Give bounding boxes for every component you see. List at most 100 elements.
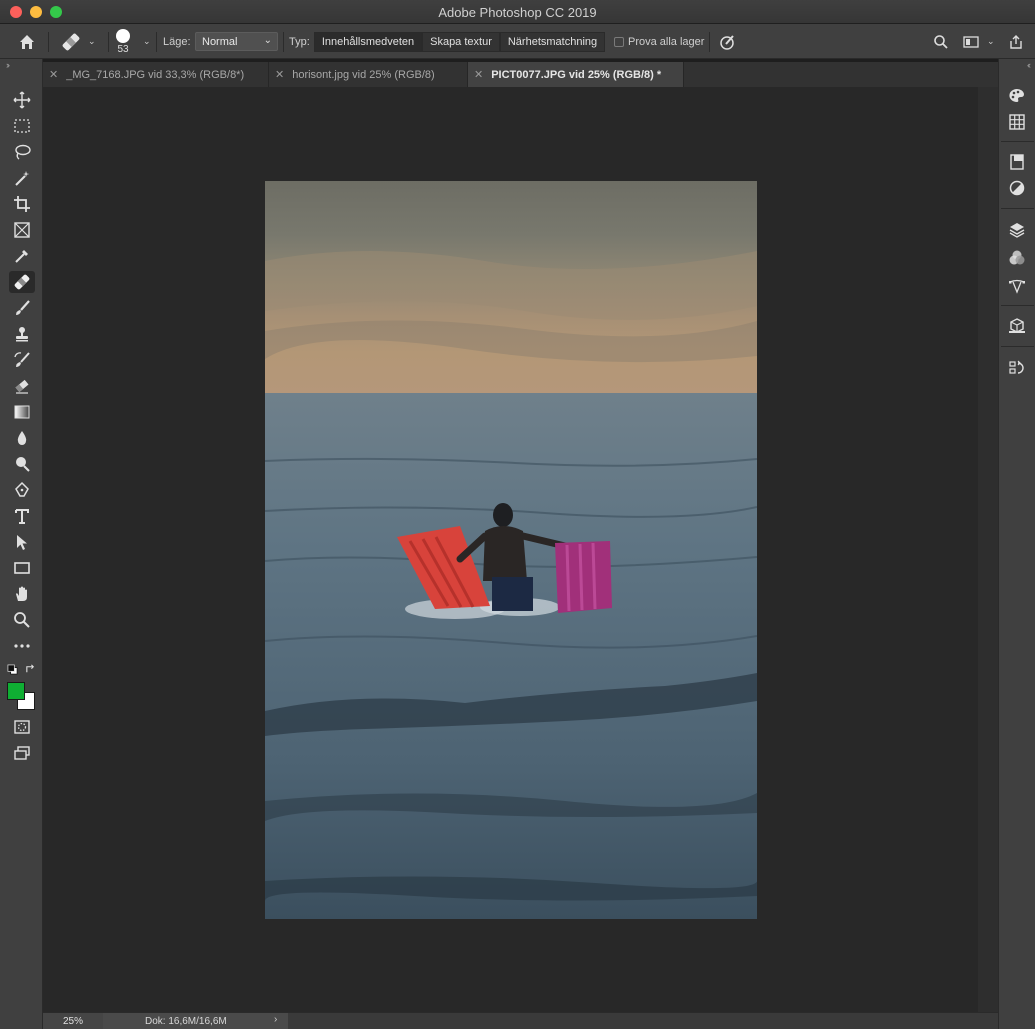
pen-tool[interactable]: [9, 479, 35, 501]
panel-dock: ‹‹: [998, 59, 1035, 1029]
sample-all-layers-label: Prova alla lager: [628, 35, 705, 48]
stamp-icon: [16, 327, 28, 342]
title-bar: Adobe Photoshop CC 2019: [0, 0, 1035, 24]
half-circle-icon: [1009, 180, 1025, 196]
dodge-tool[interactable]: [9, 453, 35, 475]
zoom-level-field[interactable]: 25%: [43, 1013, 103, 1029]
hand-tool[interactable]: [9, 583, 35, 605]
history-brush-tool[interactable]: [9, 349, 35, 371]
move-tool[interactable]: [9, 89, 35, 111]
share-icon: [1010, 34, 1022, 49]
clone-stamp-tool[interactable]: [9, 323, 35, 345]
close-tab-icon[interactable]: ✕: [49, 68, 58, 81]
rectangle-icon: [14, 562, 30, 574]
vertical-scrollbar[interactable]: [978, 87, 998, 1012]
pressure-size-button[interactable]: [718, 24, 736, 59]
tool-preset-picker[interactable]: ⌄: [60, 24, 96, 59]
default-colors-button[interactable]: [4, 661, 20, 677]
swap-colors-button[interactable]: [22, 661, 38, 677]
close-tab-icon[interactable]: ✕: [275, 68, 284, 81]
workspace-icon: [963, 35, 979, 48]
3d-panel-button[interactable]: [1006, 315, 1028, 337]
tab-mg-7168[interactable]: ✕ _MG_7168.JPG vid 33,3% (RGB/8*): [43, 62, 269, 87]
search-icon: [934, 34, 948, 49]
chevron-down-icon[interactable]: ⌄: [143, 36, 151, 47]
screen-mode-icon: [14, 746, 30, 760]
more-icon: [14, 644, 30, 648]
gradient-tool[interactable]: [9, 401, 35, 423]
search-button[interactable]: [933, 24, 949, 59]
lasso-tool[interactable]: [9, 141, 35, 163]
move-icon: [13, 91, 31, 109]
brush-picker[interactable]: 53: [116, 24, 130, 59]
eraser-icon: [15, 379, 29, 394]
swatches-panel-button[interactable]: [1006, 111, 1028, 133]
app-title: Adobe Photoshop CC 2019: [438, 5, 597, 20]
crop-icon: [14, 196, 30, 212]
tab-label: PICT0077.JPG vid 25% (RGB/8) *: [491, 68, 662, 81]
gradient-icon: [14, 405, 30, 419]
mode-value: Normal: [202, 35, 238, 48]
tools-panel: ››: [0, 59, 43, 1029]
brush-tool[interactable]: [9, 297, 35, 319]
color-panel-button[interactable]: [1006, 85, 1028, 107]
channels-panel-button[interactable]: [1006, 247, 1028, 269]
layers-panel-button[interactable]: [1006, 219, 1028, 241]
home-button[interactable]: [18, 24, 36, 59]
history-panel-button[interactable]: [1006, 357, 1028, 379]
mode-label: Läge:: [163, 35, 191, 48]
tab-pict0077[interactable]: ✕ PICT0077.JPG vid 25% (RGB/8) *: [468, 62, 684, 87]
paths-panel-button[interactable]: [1006, 275, 1028, 297]
adjustments-panel-button[interactable]: [1006, 177, 1028, 199]
type-content-aware-button[interactable]: Innehållsmedveten: [314, 32, 422, 52]
rectangle-marquee-icon: [14, 119, 30, 133]
sample-all-layers-checkbox[interactable]: [614, 37, 624, 47]
tab-horisont[interactable]: ✕ horisont.jpg vid 25% (RGB/8): [269, 62, 468, 87]
document-image[interactable]: [265, 181, 757, 919]
screen-mode-button[interactable]: [9, 742, 35, 764]
eraser-tool[interactable]: [9, 375, 35, 397]
canvas-area[interactable]: [43, 87, 978, 1012]
mode-select[interactable]: Normal ⌄: [195, 32, 278, 51]
share-button[interactable]: [1008, 24, 1024, 59]
library-icon: [1010, 154, 1024, 170]
magic-wand-tool[interactable]: [9, 167, 35, 189]
home-icon: [20, 34, 34, 49]
pen-icon: [15, 481, 29, 497]
chevron-right-icon[interactable]: ›: [274, 1014, 277, 1025]
status-bar: 25% Dok: 16,6M/16,6M ›: [43, 1012, 998, 1029]
frame-tool[interactable]: [9, 219, 35, 241]
chevron-down-icon: ⌄: [88, 36, 96, 46]
zoom-tool[interactable]: [9, 609, 35, 631]
swap-arrow-icon: [25, 664, 34, 672]
rectangle-tool[interactable]: [9, 557, 35, 579]
blur-tool[interactable]: [9, 427, 35, 449]
type-proximity-match-button[interactable]: Närhetsmatchning: [500, 32, 605, 52]
brush-size: 53: [117, 43, 129, 55]
type-tool[interactable]: [9, 505, 35, 527]
paths-icon: [1009, 279, 1025, 294]
text-icon: [15, 509, 29, 524]
history-brush-icon: [14, 352, 30, 367]
quick-mask-button[interactable]: [9, 716, 35, 738]
edit-toolbar-button[interactable]: [9, 635, 35, 657]
eyedropper-tool[interactable]: [9, 245, 35, 267]
libraries-panel-button[interactable]: [1006, 151, 1028, 173]
crop-tool[interactable]: [9, 193, 35, 215]
palette-icon: [1009, 88, 1024, 102]
foreground-color-swatch[interactable]: [7, 682, 25, 700]
cube-icon: [1009, 318, 1025, 333]
expand-panels-icon[interactable]: ‹‹: [1027, 60, 1031, 70]
close-tab-icon[interactable]: ✕: [474, 68, 483, 81]
marquee-tool[interactable]: [9, 115, 35, 137]
collapse-panel-icon[interactable]: ››: [6, 60, 10, 70]
magic-wand-icon: [15, 171, 30, 186]
brush-icon: [16, 300, 30, 315]
spot-healing-brush-tool[interactable]: [9, 271, 35, 293]
dodge-icon: [16, 457, 30, 472]
quick-mask-icon: [14, 720, 30, 734]
path-selection-tool[interactable]: [9, 531, 35, 553]
type-create-texture-button[interactable]: Skapa textur: [422, 32, 500, 52]
chevron-down-icon: ⌄: [263, 35, 272, 46]
workspace-button[interactable]: ⌄: [963, 24, 995, 59]
